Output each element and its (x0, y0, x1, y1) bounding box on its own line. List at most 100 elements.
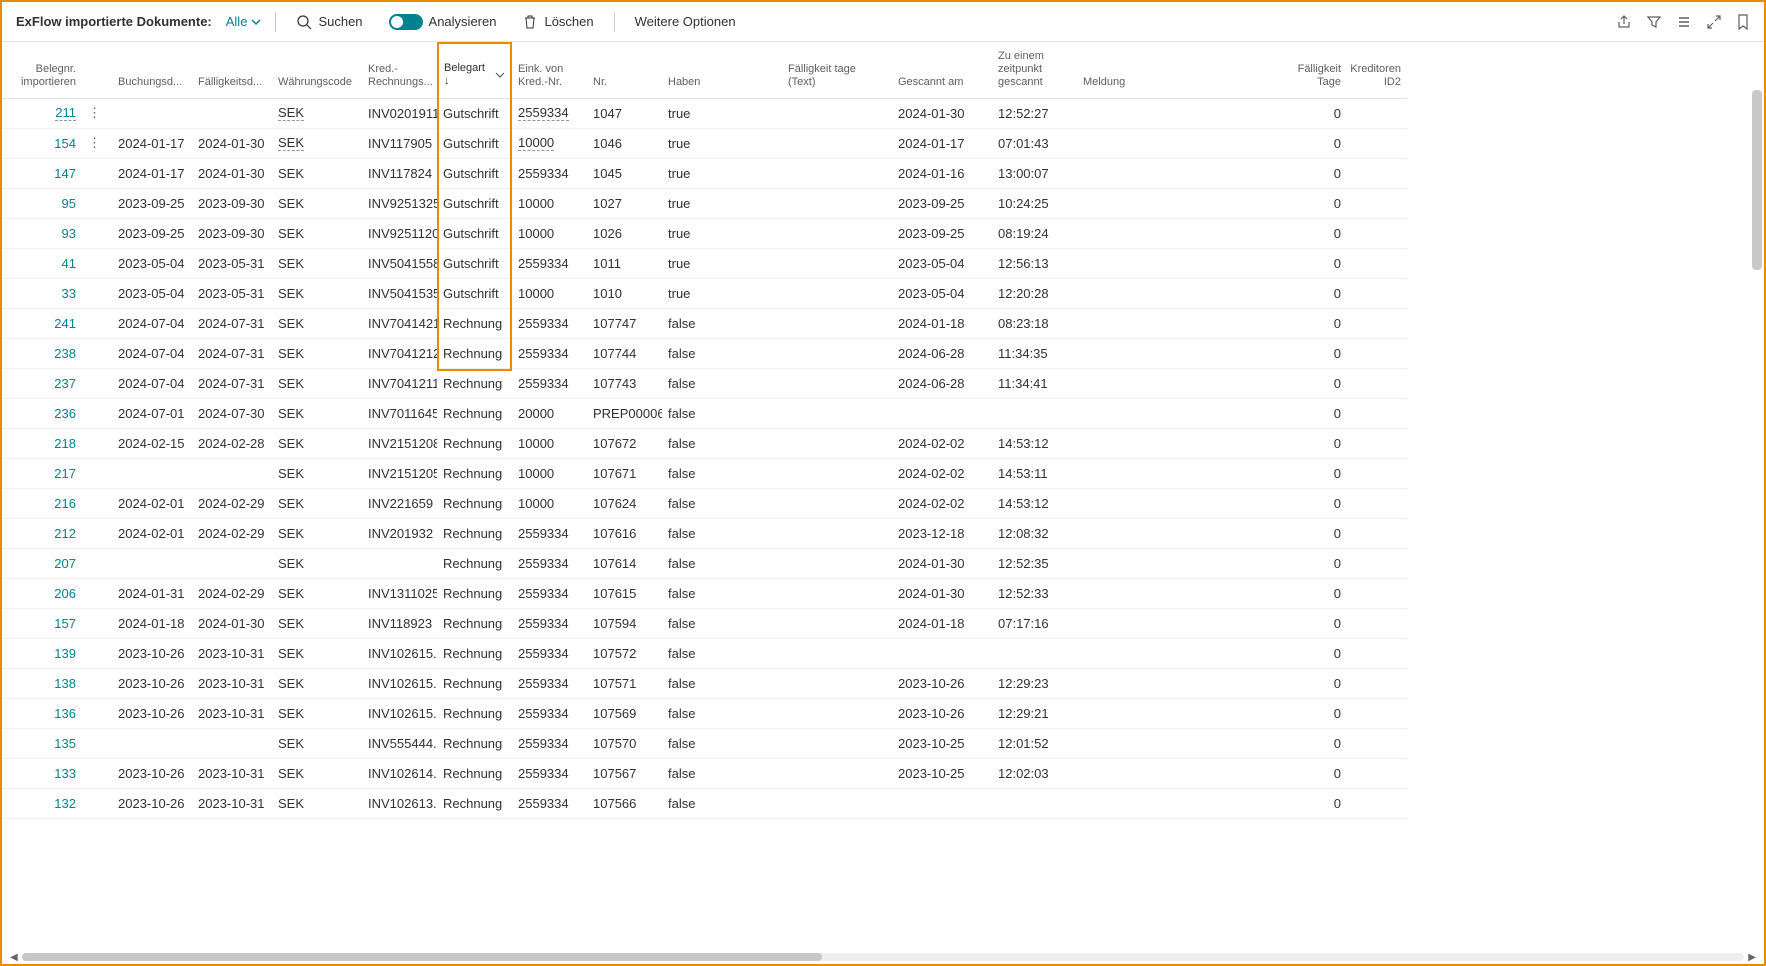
delete-button[interactable]: Löschen (516, 10, 599, 34)
cell-nr: 107747 (593, 316, 636, 331)
row-menu-cell[interactable] (82, 369, 112, 399)
doc-number-link[interactable]: 138 (54, 676, 76, 691)
column-header-faelligkeitsd[interactable]: Fälligkeitsd... (192, 42, 272, 99)
column-header-belegart[interactable]: Belegart ↓ (437, 42, 512, 99)
row-menu-cell[interactable] (82, 759, 112, 789)
cell-zeitpunkt: 12:01:52 (998, 736, 1049, 751)
cell-haben: false (668, 346, 695, 361)
column-header-gescannt[interactable]: Gescannt am (892, 42, 992, 99)
column-header-zeitpunkt[interactable]: Zu einem zeitpunkt gescannt (992, 42, 1077, 99)
row-menu-icon[interactable]: ⋮ (88, 105, 101, 121)
cell-belegart: Gutschrift (443, 286, 499, 301)
scroll-right-icon[interactable]: ▶ (1748, 952, 1756, 963)
row-menu-cell[interactable]: ⋮ (82, 99, 112, 129)
bookmark-icon[interactable] (1736, 14, 1750, 30)
doc-number-link[interactable]: 241 (54, 316, 76, 331)
column-header-kredid2[interactable]: Kreditoren ID2 (1347, 42, 1407, 99)
filter-icon[interactable] (1646, 14, 1662, 30)
row-menu-cell[interactable] (82, 699, 112, 729)
row-menu-cell[interactable] (82, 159, 112, 189)
doc-number-link[interactable]: 212 (54, 526, 76, 541)
doc-number-link[interactable]: 237 (54, 376, 76, 391)
doc-number-link[interactable]: 207 (54, 556, 76, 571)
analyze-button[interactable]: Analysieren (383, 10, 503, 34)
doc-number-link[interactable]: 147 (54, 166, 76, 181)
column-header-kredrech[interactable]: Kred.-Rechnungs... (362, 42, 437, 99)
cell-faelligtage: 0 (1334, 226, 1341, 241)
list-icon[interactable] (1676, 14, 1692, 30)
row-menu-cell[interactable] (82, 249, 112, 279)
doc-number-link[interactable]: 238 (54, 346, 76, 361)
doc-number-link[interactable]: 33 (62, 286, 76, 301)
row-menu-cell[interactable]: ⋮ (82, 129, 112, 159)
row-menu-cell[interactable] (82, 309, 112, 339)
cell-faelligtage: 0 (1334, 376, 1341, 391)
horizontal-scrollbar[interactable]: ◀ ▶ (2, 950, 1764, 964)
row-menu-cell[interactable] (82, 669, 112, 699)
cell-faelligkeitsd: 2024-02-29 (198, 586, 265, 601)
row-menu-cell[interactable] (82, 429, 112, 459)
doc-number-link[interactable]: 93 (62, 226, 76, 241)
column-header-belegnr[interactable]: Belegnr. importieren (2, 42, 82, 99)
cell-einkvon: 10000 (518, 496, 554, 511)
cell-einkvon: 2559334 (518, 346, 569, 361)
row-menu-cell[interactable] (82, 639, 112, 669)
cell-faelligkeitsd: 2023-10-31 (198, 766, 265, 781)
column-header-einkvon[interactable]: Eink. von Kred.-Nr. (512, 42, 587, 99)
doc-number-link[interactable]: 136 (54, 706, 76, 721)
cell-nr: 107569 (593, 706, 636, 721)
doc-number-link[interactable]: 211 (55, 105, 76, 121)
search-button[interactable]: Suchen (290, 10, 368, 34)
row-menu-cell[interactable] (82, 729, 112, 759)
cell-kredrech: INV9251325 (368, 196, 437, 211)
more-options-button[interactable]: Weitere Optionen (629, 10, 742, 33)
cell-einkvon: 2559334 (518, 676, 569, 691)
row-menu-cell[interactable] (82, 399, 112, 429)
doc-number-link[interactable]: 157 (54, 616, 76, 631)
cell-gescannt: 2023-10-25 (898, 736, 965, 751)
cell-haben: false (668, 376, 695, 391)
row-menu-cell[interactable] (82, 789, 112, 819)
column-header-waehrung[interactable]: Währungscode (272, 42, 362, 99)
doc-number-link[interactable]: 236 (54, 406, 76, 421)
cell-faelligkeitsd: 2024-01-30 (198, 136, 265, 151)
column-header-nr[interactable]: Nr. (587, 42, 662, 99)
row-menu-cell[interactable] (82, 549, 112, 579)
cell-faelligtage: 0 (1334, 406, 1341, 421)
row-menu-cell[interactable] (82, 219, 112, 249)
doc-number-link[interactable]: 41 (62, 256, 76, 271)
doc-number-link[interactable]: 133 (54, 766, 76, 781)
doc-number-link[interactable]: 216 (54, 496, 76, 511)
doc-number-link[interactable]: 95 (62, 196, 76, 211)
doc-number-link[interactable]: 154 (54, 136, 76, 151)
column-header-faelligtage[interactable]: Fälligkeit Tage (1287, 42, 1347, 99)
doc-number-link[interactable]: 217 (54, 466, 76, 481)
doc-number-link[interactable]: 139 (54, 646, 76, 661)
row-menu-icon[interactable]: ⋮ (88, 135, 101, 151)
cell-nr: 1027 (593, 196, 622, 211)
row-menu-cell[interactable] (82, 189, 112, 219)
column-header-faelligtext[interactable]: Fälligkeit tage (Text) (782, 42, 892, 99)
column-header-menu[interactable] (82, 42, 112, 99)
doc-number-link[interactable]: 132 (54, 796, 76, 811)
share-icon[interactable] (1616, 14, 1632, 30)
row-menu-cell[interactable] (82, 609, 112, 639)
doc-number-link[interactable]: 206 (54, 586, 76, 601)
doc-number-link[interactable]: 135 (54, 736, 76, 751)
column-header-haben[interactable]: Haben (662, 42, 782, 99)
row-menu-cell[interactable] (82, 489, 112, 519)
collapse-icon[interactable] (1706, 14, 1722, 30)
doc-number-link[interactable]: 218 (54, 436, 76, 451)
cell-belegart: Rechnung (443, 316, 502, 331)
row-menu-cell[interactable] (82, 579, 112, 609)
row-menu-cell[interactable] (82, 279, 112, 309)
filter-dropdown[interactable]: Alle (226, 14, 262, 29)
row-menu-cell[interactable] (82, 339, 112, 369)
row-menu-cell[interactable] (82, 519, 112, 549)
scroll-left-icon[interactable]: ◀ (10, 952, 18, 963)
vertical-scrollbar[interactable] (1752, 90, 1762, 270)
cell-einkvon: 2559334 (518, 526, 569, 541)
row-menu-cell[interactable] (82, 459, 112, 489)
column-header-meldung[interactable]: Meldung (1077, 42, 1287, 99)
column-header-buchungsd[interactable]: Buchungsd... (112, 42, 192, 99)
